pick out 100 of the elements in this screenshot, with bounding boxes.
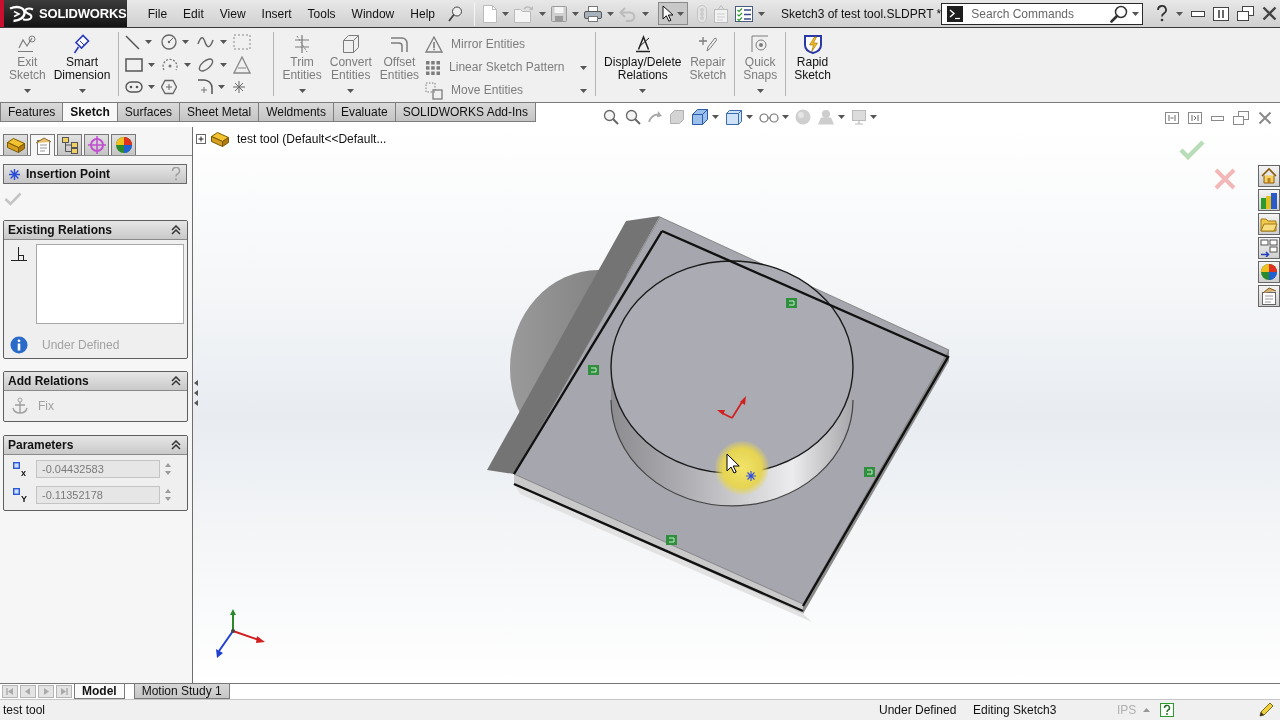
command-tab[interactable]: Evaluate [332, 103, 396, 122]
caret-icon[interactable] [182, 40, 190, 45]
caret-icon[interactable] [639, 89, 647, 93]
split-view-icon[interactable] [1188, 112, 1202, 124]
restore-icon[interactable] [1237, 6, 1255, 21]
command-button[interactable]: Smart Dimension [50, 28, 114, 102]
menu-item[interactable]: Tools [299, 6, 344, 21]
caret-icon[interactable] [642, 11, 649, 16]
caret-icon[interactable] [572, 11, 579, 16]
sketch-point-icon[interactable] [745, 470, 757, 482]
collapse-icon[interactable] [171, 440, 181, 450]
manager-tab[interactable] [57, 134, 82, 155]
caret-icon[interactable] [220, 40, 228, 45]
caret-icon[interactable] [838, 115, 845, 119]
pencil-icon[interactable] [1258, 702, 1274, 718]
rectangle-icon[interactable] [125, 57, 144, 72]
caret-icon[interactable] [746, 115, 753, 119]
caret-icon[interactable] [1132, 11, 1140, 16]
search-field[interactable]: Search Commands [941, 2, 1144, 25]
sheet-tab[interactable]: Model [74, 684, 125, 699]
menu-item[interactable]: Insert [253, 6, 300, 21]
dotted-square-icon[interactable] [233, 34, 252, 51]
collapse-icon[interactable] [171, 225, 181, 235]
panel-handle-icon[interactable] [193, 378, 199, 408]
sheet-tab[interactable]: Motion Study 1 [133, 684, 230, 699]
relation-marker-icon[interactable] [864, 467, 875, 477]
command-tab[interactable]: SOLIDWORKS Add-Ins [394, 103, 536, 122]
menu-item[interactable]: File [139, 6, 176, 21]
pin-icon[interactable] [448, 5, 462, 22]
slot-icon[interactable] [125, 81, 144, 94]
caret-icon[interactable] [148, 62, 156, 67]
feature-tree-item[interactable]: test tool (Default<<Default... [237, 132, 387, 146]
asterisk-icon[interactable] [233, 81, 246, 94]
manager-tab[interactable] [30, 134, 55, 156]
menu-item[interactable]: Edit [175, 6, 212, 21]
manager-tab[interactable] [84, 134, 109, 155]
manager-tab[interactable] [111, 134, 136, 155]
arc-icon[interactable] [161, 56, 180, 73]
caret-icon[interactable] [184, 62, 192, 67]
select-button[interactable] [658, 2, 688, 25]
help-icon[interactable] [1160, 703, 1174, 717]
caret-icon[interactable] [607, 11, 614, 16]
caret-icon[interactable] [712, 115, 719, 119]
caret-icon[interactable] [758, 11, 765, 16]
task-pane-tab[interactable] [1258, 213, 1280, 235]
collapse-icon[interactable] [171, 376, 181, 386]
hexagon-icon[interactable] [161, 79, 178, 96]
command-tab[interactable]: Weldments [258, 103, 334, 122]
magnifier-icon[interactable] [603, 109, 619, 125]
relation-marker-icon[interactable] [666, 535, 677, 545]
menu-item[interactable]: Help [402, 6, 443, 21]
caret-icon[interactable] [218, 85, 226, 90]
close-icon[interactable] [1262, 6, 1278, 21]
ellipse-icon[interactable] [197, 56, 216, 73]
box-icon[interactable] [725, 108, 743, 126]
caret-icon[interactable] [1176, 11, 1184, 16]
command-tab[interactable]: Sheet Metal [179, 103, 260, 122]
close-icon[interactable] [1258, 111, 1272, 125]
help-icon[interactable] [1156, 5, 1169, 22]
save-icon[interactable] [551, 5, 567, 22]
caret-icon[interactable] [539, 11, 546, 16]
command-button[interactable]: Display/Delete Relations [601, 28, 685, 102]
caret-icon[interactable] [78, 89, 86, 93]
line-icon[interactable] [125, 34, 141, 50]
glasses-icon[interactable] [759, 111, 779, 123]
command-tab[interactable]: Sketch [62, 103, 118, 122]
command-tab[interactable]: Features [0, 103, 64, 122]
triangle-icon[interactable] [233, 55, 252, 74]
relation-marker-icon[interactable] [588, 365, 599, 375]
circle-icon[interactable] [161, 34, 178, 51]
caret-icon[interactable] [870, 115, 877, 119]
group-header[interactable]: Parameters [4, 436, 187, 455]
caret-icon[interactable] [220, 62, 228, 67]
command-button[interactable]: Rapid Sketch [791, 28, 834, 102]
search-icon[interactable] [1110, 4, 1129, 23]
cube-icon[interactable] [691, 108, 709, 126]
expand-icon[interactable] [196, 134, 206, 144]
manager-tab[interactable] [3, 134, 28, 155]
caret-icon[interactable] [782, 115, 789, 119]
printer-icon[interactable] [584, 5, 602, 22]
check-icon[interactable] [1179, 140, 1205, 160]
menu-item[interactable]: View [211, 6, 254, 21]
task-pane-tab[interactable] [1258, 165, 1280, 187]
group-header[interactable]: Add Relations [4, 372, 187, 391]
tile-windows-icon[interactable] [1213, 6, 1230, 21]
corner-arc-icon[interactable] [197, 79, 214, 96]
split-view-icon[interactable] [1165, 112, 1179, 124]
caret-icon[interactable] [145, 40, 153, 45]
checklist-icon[interactable] [735, 5, 753, 22]
task-pane-tab[interactable] [1258, 261, 1280, 283]
task-pane-tab[interactable] [1258, 237, 1280, 259]
task-pane-tab[interactable] [1258, 189, 1280, 211]
group-header[interactable]: Existing Relations [4, 221, 187, 240]
caret-icon[interactable] [148, 85, 156, 90]
task-pane-tab[interactable] [1258, 285, 1280, 307]
relation-marker-icon[interactable] [786, 298, 797, 308]
minimize-icon[interactable] [1191, 10, 1206, 17]
caret-icon[interactable] [502, 11, 509, 16]
menu-item[interactable]: Window [343, 6, 403, 21]
command-tab[interactable]: Surfaces [116, 103, 181, 122]
